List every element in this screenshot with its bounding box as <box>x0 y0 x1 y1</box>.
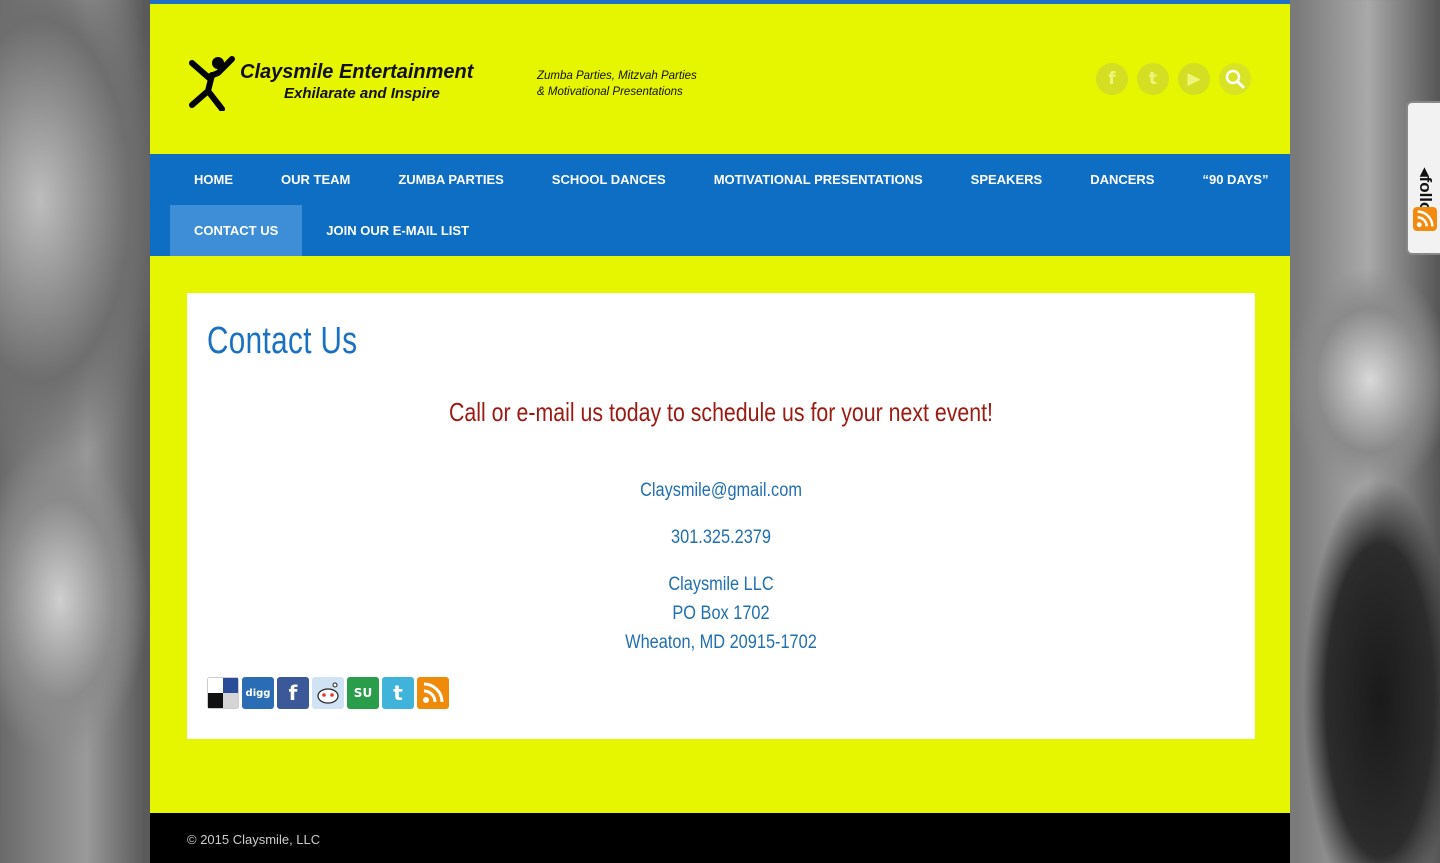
brand-sub-line1: Zumba Parties, Mitzvah Parties <box>537 70 697 82</box>
nav-item-90-days[interactable]: “90 DAYS” <box>1178 154 1292 205</box>
twitter-icon[interactable]: t <box>1137 63 1169 95</box>
delicious-squares-icon <box>208 678 238 708</box>
stumbleupon-icon[interactable]: SU <box>347 677 379 709</box>
digg-icon[interactable]: digg <box>242 677 274 709</box>
search-icon[interactable] <box>1219 63 1251 95</box>
delicious-icon[interactable] <box>207 677 239 709</box>
nav-item-motivational-presentations[interactable]: MOTIVATIONAL PRESENTATIONS <box>690 154 947 205</box>
nav-item-zumba-parties[interactable]: ZUMBA PARTIES <box>374 154 527 205</box>
facebook-icon[interactable]: f <box>1096 63 1128 95</box>
nav-item-contact-us[interactable]: CONTACT US <box>170 205 303 256</box>
rss-small-icon <box>1416 210 1434 228</box>
nav-item-join-email-list[interactable]: JOIN OUR E-MAIL LIST <box>302 205 493 256</box>
site-logo[interactable]: Claysmile Entertainment Exhilarate and I… <box>188 55 697 115</box>
facebook-share-icon[interactable]: f <box>277 677 309 709</box>
twitter-share-icon[interactable]: t <box>382 677 414 709</box>
email-link[interactable]: Claysmile@gmail.com <box>263 480 1180 502</box>
brand-tagline: Exhilarate and Inspire <box>284 85 440 102</box>
youtube-icon[interactable]: ▶ <box>1178 63 1210 95</box>
content-box: Contact Us Call or e-mail us today to sc… <box>187 293 1255 739</box>
rss-share-icon[interactable] <box>417 677 449 709</box>
nav-item-our-team[interactable]: OUR TEAM <box>257 154 374 205</box>
share-buttons: digg f SU t <box>207 677 449 709</box>
address-line-3: Wheaton, MD 20915-1702 <box>625 632 817 653</box>
phone-number: 301.325.2379 <box>671 527 771 548</box>
jumping-figure-icon <box>189 56 235 111</box>
follow-label: ◂follow <box>1416 168 1435 226</box>
copyright-text: © 2015 Claysmile, LLC <box>187 832 321 847</box>
top-accent-line <box>150 0 1290 4</box>
brand-subtitle: Zumba Parties, Mitzvah Parties & Motivat… <box>537 68 717 100</box>
rss-feed-icon <box>423 682 444 703</box>
address-line-1: Claysmile LLC <box>668 574 774 595</box>
nav-item-speakers[interactable]: SPEAKERS <box>947 154 1067 205</box>
site-footer: © 2015 Claysmile, LLC <box>150 813 1290 863</box>
brand-name: Claysmile Entertainment <box>240 61 474 83</box>
social-links: f t ▶ <box>1096 63 1251 95</box>
magnifier-icon <box>1225 69 1245 89</box>
rss-icon[interactable] <box>1413 207 1437 231</box>
brand-sub-line2: & Motivational Presentations <box>537 86 683 98</box>
nav-row-2: CONTACT US JOIN OUR E-MAIL LIST <box>170 205 493 256</box>
follow-widget[interactable]: ◂follow <box>1406 101 1440 255</box>
reddit-alien-icon <box>317 682 339 704</box>
reddit-icon[interactable] <box>312 677 344 709</box>
page-container: Claysmile Entertainment Exhilarate and I… <box>150 0 1290 863</box>
address-line-2: PO Box 1702 <box>672 603 770 624</box>
page-title: Contact Us <box>207 320 358 362</box>
main-navigation: HOME OUR TEAM ZUMBA PARTIES SCHOOL DANCE… <box>150 154 1290 256</box>
call-to-action: Call or e-mail us today to schedule us f… <box>449 397 993 427</box>
nav-item-dancers[interactable]: DANCERS <box>1066 154 1178 205</box>
nav-item-home[interactable]: HOME <box>170 154 257 205</box>
nav-row-1: HOME OUR TEAM ZUMBA PARTIES SCHOOL DANCE… <box>170 154 1292 205</box>
nav-item-school-dances[interactable]: SCHOOL DANCES <box>528 154 690 205</box>
